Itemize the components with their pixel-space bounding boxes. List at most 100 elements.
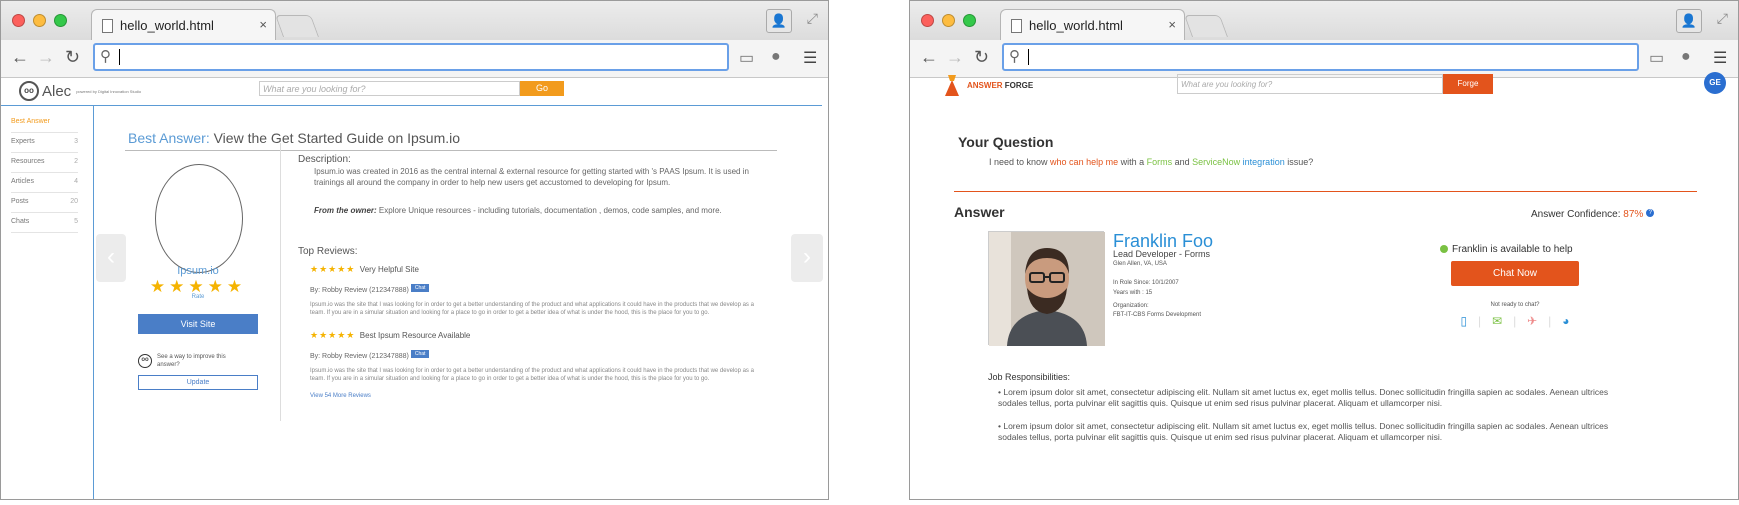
answer-forge-logo[interactable]: ANSWER FORGE (942, 72, 1033, 98)
organization-label: Organization: (1113, 303, 1149, 309)
expert-location: Glen Allen, VA, USA (1113, 261, 1167, 267)
sidebar-item-articles[interactable]: Articles 4 (11, 173, 78, 193)
ge-logo-icon[interactable]: GE (1704, 72, 1726, 94)
chat-button[interactable]: Chat (410, 283, 430, 292)
review-title: Best Ipsum Resource Available (359, 331, 471, 340)
update-button[interactable]: Update (138, 375, 258, 390)
visit-site-button[interactable]: Visit Site (138, 314, 258, 334)
review-author: By: Robby Review (212347888) (310, 353, 409, 360)
title-bar: hello_world.html × 👤 ⤢ (910, 1, 1738, 41)
alec-logo[interactable]: oo Alec powered by Digital Innovation St… (19, 81, 141, 101)
logo-word-answer: ANSWER (967, 80, 1003, 90)
question-keyword: Forms (1146, 157, 1173, 167)
phone-icon[interactable]: ▯ (1460, 314, 1467, 328)
globe-icon[interactable]: ◕ (1562, 314, 1569, 328)
back-icon[interactable]: ← (920, 47, 938, 68)
browser-tab[interactable]: hello_world.html × (91, 9, 276, 41)
confidence-value: 87% (1623, 209, 1644, 220)
anvil-hammer-icon (945, 75, 959, 96)
review-body: Ipsum.io was the site that I was looking… (310, 368, 754, 382)
sidebar-item-label: Articles (11, 178, 34, 185)
cast-icon[interactable]: ▭ (1649, 48, 1664, 68)
review-stars: ★★★★★ (310, 264, 356, 274)
minimize-window-button[interactable] (942, 14, 955, 27)
review-stars: ★★★★★ (310, 330, 356, 340)
chat-now-button[interactable]: Chat Now (1451, 261, 1579, 286)
forward-icon[interactable]: → (37, 47, 55, 68)
person-avatar-icon (989, 232, 1105, 346)
more-reviews-link[interactable]: View 54 More Reviews (310, 393, 371, 399)
extension-icon[interactable]: ● (771, 48, 781, 66)
next-arrow-button[interactable]: › (791, 234, 823, 282)
fullscreen-icon[interactable]: ⤢ (1717, 10, 1728, 27)
forge-button[interactable]: Forge (1443, 74, 1493, 94)
search-input[interactable]: What are you looking for? (1177, 74, 1443, 94)
messenger-icon[interactable]: ✈ (1527, 314, 1537, 328)
title-prefix: Best Answer: (128, 130, 210, 146)
reload-icon[interactable]: ↻ (65, 47, 80, 68)
close-tab-icon[interactable]: × (259, 17, 267, 32)
profile-icon[interactable]: 👤 (1676, 9, 1702, 33)
answer-confidence: Answer Confidence: 87%? (1531, 209, 1655, 220)
tab-title: hello_world.html (1029, 18, 1123, 33)
cast-icon[interactable]: ▭ (739, 48, 754, 68)
sidebar-item-label: Best Answer (11, 118, 50, 125)
document-icon (102, 19, 113, 33)
answer-heading: Answer (954, 204, 1005, 220)
sidebar-item-chats[interactable]: Chats 5 (11, 213, 78, 233)
sidebar-item-experts[interactable]: Experts 3 (11, 133, 78, 153)
sidebar-item-resources[interactable]: Resources 2 (11, 153, 78, 173)
search-input[interactable]: What are you looking for? (259, 81, 520, 96)
improve-answer-text: See a way to improve this answer? (157, 354, 226, 368)
column-divider (280, 143, 281, 421)
help-icon[interactable]: ? (1646, 209, 1655, 217)
availability-status: Franklin is available to help (1440, 244, 1573, 255)
new-tab-button[interactable] (274, 15, 320, 37)
search-icon: ⚲ (100, 48, 111, 65)
new-tab-button[interactable] (1183, 15, 1229, 37)
rate-link[interactable]: Rate (128, 294, 268, 300)
expert-role: Lead Developer - Forms (1113, 249, 1211, 259)
address-bar[interactable]: ⚲ (1002, 43, 1639, 71)
profile-icon[interactable]: 👤 (766, 9, 792, 33)
close-window-button[interactable] (12, 14, 25, 27)
minimize-window-button[interactable] (33, 14, 46, 27)
close-tab-icon[interactable]: × (1168, 17, 1176, 32)
sidebar-item-count: 3 (74, 138, 78, 145)
maximize-window-button[interactable] (963, 14, 976, 27)
page-title: Best Answer: View the Get Started Guide … (128, 130, 460, 146)
question-part: issue? (1284, 157, 1314, 167)
review-body: Ipsum.io was the site that I was looking… (310, 302, 754, 316)
menu-icon[interactable]: ☰ (1713, 48, 1727, 68)
fullscreen-icon[interactable]: ⤢ (807, 10, 818, 27)
sidebar-item-best-answer[interactable]: Best Answer (11, 113, 78, 133)
availability-text: Franklin is available to help (1452, 244, 1573, 255)
sidebar: Best Answer Experts 3 Resources 2 Articles… (11, 113, 78, 233)
close-window-button[interactable] (921, 14, 934, 27)
go-button[interactable]: Go (520, 81, 564, 96)
browser-tab[interactable]: hello_world.html × (1000, 9, 1185, 41)
extension-icon[interactable]: ● (1681, 48, 1691, 66)
job-responsibilities-heading: Job Responsibilities: (988, 372, 1071, 382)
sidebar-item-posts[interactable]: Posts 20 (11, 193, 78, 213)
address-bar[interactable]: ⚲ (93, 43, 729, 71)
reload-icon[interactable]: ↻ (974, 47, 989, 68)
question-keyword: ServiceNow (1192, 157, 1241, 167)
header-divider (1, 105, 822, 106)
back-icon[interactable]: ← (11, 47, 29, 68)
email-icon[interactable]: ✉ (1492, 314, 1502, 328)
forward-icon[interactable]: → (946, 47, 964, 68)
previous-arrow-button[interactable]: ‹ (96, 234, 126, 282)
menu-icon[interactable]: ☰ (803, 48, 817, 68)
maximize-window-button[interactable] (54, 14, 67, 27)
expert-tenure: In Role Since: 10/1/2007 Years with : 15 (1113, 278, 1179, 298)
resource-name-link[interactable]: Ipsum.io (128, 265, 268, 277)
logo-tagline: powered by Digital Innovation Studio (76, 88, 142, 94)
in-role-since: In Role Since: 10/1/2007 (1113, 280, 1179, 286)
reviews-heading: Top Reviews: (298, 246, 358, 257)
chat-button[interactable]: Chat (410, 349, 430, 358)
question-heading: Your Question (958, 134, 1054, 150)
sidebar-item-count: 5 (74, 218, 78, 225)
job-item: • Lorem ipsum dolor sit amet, consectetu… (998, 421, 1609, 442)
owner-note: From the owner: Explore Unique resources… (314, 205, 754, 216)
